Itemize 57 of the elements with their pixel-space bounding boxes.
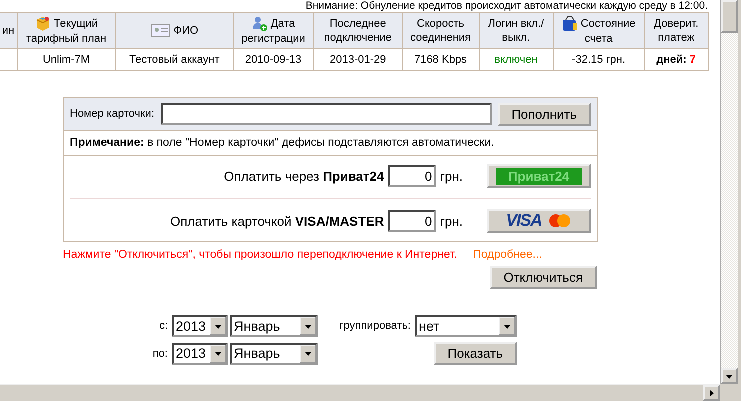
month-select[interactable]: Январь (230, 315, 318, 337)
notice-text: Внимание: Обнуление кредитов происходит автоматически каждую среду в 12:00. (304, 0, 709, 12)
box-icon (34, 16, 51, 32)
id-card-icon (150, 22, 171, 38)
month-select[interactable]: Январь (230, 342, 318, 364)
column-header: ФИО (116, 12, 234, 48)
down-arrow-icon (504, 322, 510, 330)
show-button[interactable]: Показать (434, 342, 517, 365)
down-arrow-icon (304, 350, 312, 357)
from-label: с: (158, 320, 169, 332)
amount-field[interactable]: 0 (388, 165, 436, 187)
table-cell: 2013-01-29 (314, 48, 403, 70)
disconnect-button[interactable]: Отключиться (490, 266, 597, 289)
wallet-icon (562, 16, 578, 32)
scroll-down-button[interactable] (721, 368, 738, 384)
payment-label: Оплатить карточкой VISA/MASTER (170, 214, 384, 228)
table-cell: 7168 Kbps (402, 48, 479, 70)
down-arrow-icon (214, 350, 222, 357)
table-cell: 2010-09-13 (233, 48, 314, 70)
table-cell: -32.15 грн. (553, 48, 644, 70)
currency-text: грн. (440, 214, 463, 228)
horizontal-scrollbar[interactable] (0, 384, 720, 401)
table-cell: Тестовый аккаунт (116, 48, 234, 70)
column-header: Последнее подключение (314, 12, 403, 48)
to-label: по: (152, 348, 169, 360)
right-arrow-icon (708, 390, 715, 396)
year-select[interactable]: 2013 (172, 315, 228, 337)
amount-field[interactable]: 0 (388, 210, 436, 232)
column-header: Текущий тарифный план (17, 12, 116, 48)
vertical-scrollbar[interactable] (720, 0, 738, 384)
column-header: Состояние счета (553, 12, 644, 48)
user-plus-icon (252, 16, 268, 32)
column-header: Дата регистрации (233, 12, 314, 48)
table-cell: включен (479, 48, 554, 70)
scroll-right-button[interactable] (703, 385, 720, 401)
reconnect-message: Нажмите "Отключиться", чтобы произошло переподключение к Интернет. (63, 249, 458, 261)
currency-text: грн. (440, 168, 463, 184)
group-select[interactable]: нет (415, 315, 517, 337)
table-cell: Unlim-7M (17, 48, 116, 70)
card-number-field[interactable] (160, 103, 492, 125)
scrollbar-thumb[interactable] (721, 0, 738, 33)
down-arrow-icon (726, 372, 733, 380)
top-up-button[interactable]: Пополнить (498, 102, 591, 126)
payment-label: Оплатить через Приват24 (224, 168, 384, 184)
mastercard-icon (548, 214, 572, 228)
column-header: Доверит. платеж (644, 12, 708, 48)
visa-pay-button[interactable]: VISA (487, 209, 591, 233)
note-text: Примечание: в поле "Номер карточки" дефисы подставляются автоматически. (64, 131, 597, 156)
column-header: Скорость соединения (402, 12, 479, 48)
field-label: Номер карточки: (70, 108, 154, 120)
year-select[interactable]: 2013 (172, 342, 228, 364)
down-arrow-icon (214, 322, 222, 330)
column-header: ин (0, 12, 18, 48)
down-arrow-icon (304, 322, 312, 330)
group-label: группировать: (338, 320, 412, 332)
table-cell: дней: 7 (644, 48, 708, 70)
column-header: Логин вкл./выкл. (479, 12, 554, 48)
